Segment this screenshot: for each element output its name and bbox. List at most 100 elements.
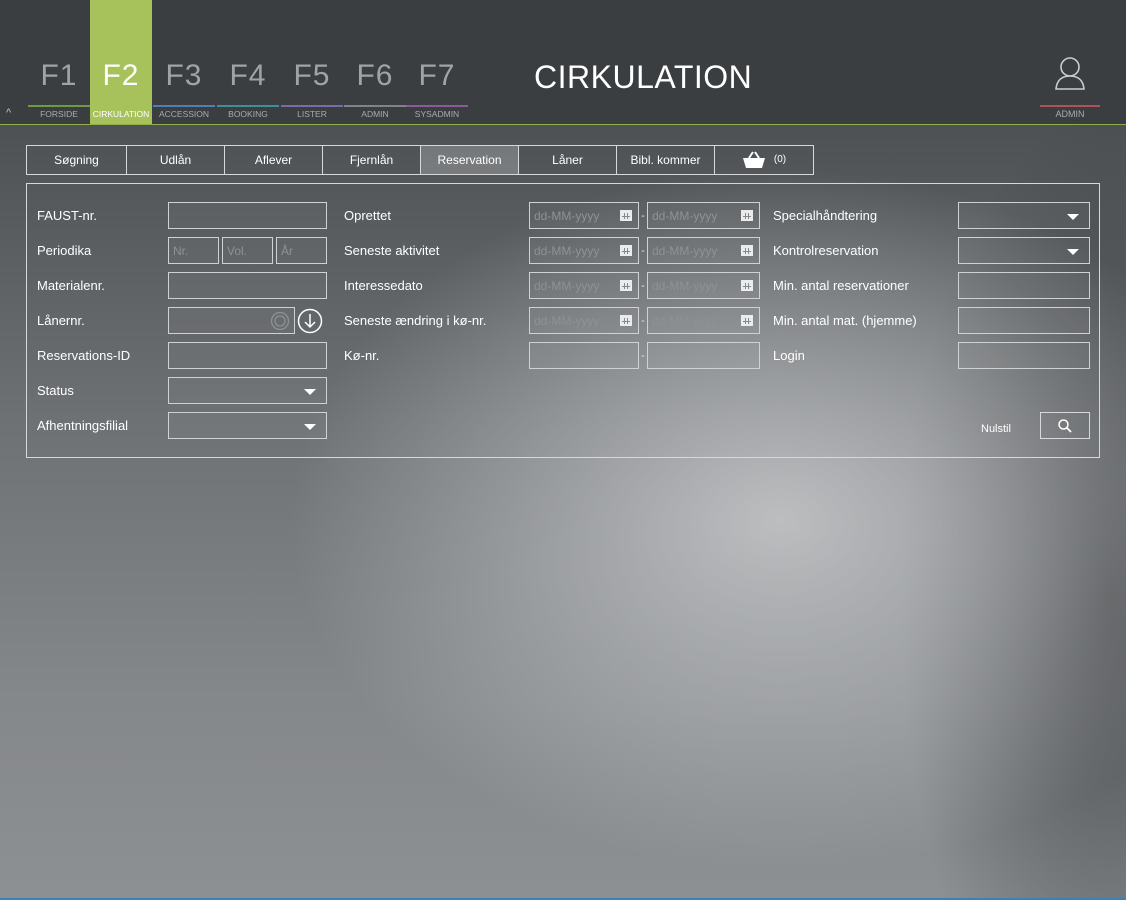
seneste-aendring-from-date[interactable]: dd-MM-yyyy <box>529 307 639 334</box>
min-antal-mat-input[interactable] <box>958 307 1090 334</box>
fkey-label: ADMIN <box>361 109 389 119</box>
reset-button[interactable]: Nulstil <box>981 422 1011 436</box>
placeholder: Nr. <box>173 244 189 258</box>
basket-icon <box>742 151 765 168</box>
tab-soegning[interactable]: Søgning <box>26 145 127 175</box>
calendar-icon[interactable] <box>741 315 753 326</box>
fkey-number: F7 <box>418 59 456 92</box>
placeholder: År <box>281 244 293 258</box>
tab-udlaan[interactable]: Udlån <box>126 145 225 175</box>
fkey-underline <box>344 105 406 107</box>
placeholder: dd-MM-yyyy <box>652 279 718 293</box>
seneste-aktivitet-to-date[interactable]: dd-MM-yyyy <box>647 237 760 264</box>
materialenr-input[interactable] <box>168 272 327 299</box>
user-label: ADMIN <box>1055 109 1085 119</box>
nav-f1-forside[interactable]: F1 FORSIDE <box>28 0 90 124</box>
kontrolreservation-label: Kontrolreservation <box>773 243 879 258</box>
koe-nr-to-input[interactable] <box>647 342 760 369</box>
materialenr-label: Materialenr. <box>37 278 105 293</box>
nav-f3-accession[interactable]: F3 ACCESSION <box>153 0 215 124</box>
nav-baseline <box>0 124 1126 125</box>
oprettet-to-date[interactable]: dd-MM-yyyy <box>647 202 760 229</box>
laanernr-input[interactable] <box>168 307 295 334</box>
tab-fjernlaan[interactable]: Fjernlån <box>322 145 421 175</box>
min-antal-reservationer-input[interactable] <box>958 272 1090 299</box>
placeholder: dd-MM-yyyy <box>652 209 718 223</box>
min-antal-reservationer-label: Min. antal reservationer <box>773 278 909 293</box>
calendar-icon[interactable] <box>620 315 632 326</box>
specialhaandtering-label: Specialhåndtering <box>773 208 878 223</box>
chevron-down-icon <box>304 389 316 395</box>
interessedato-from-date[interactable]: dd-MM-yyyy <box>529 272 639 299</box>
afhentningsfilial-select[interactable] <box>168 412 327 439</box>
specialhaandtering-select[interactable] <box>958 202 1090 229</box>
koe-nr-from-input[interactable] <box>529 342 639 369</box>
fkey-number: F4 <box>229 59 267 92</box>
login-input[interactable] <box>958 342 1090 369</box>
placeholder: dd-MM-yyyy <box>652 314 718 328</box>
nav-f7-sysadmin[interactable]: F7 SYSADMIN <box>406 0 468 124</box>
calendar-icon[interactable] <box>620 210 632 221</box>
fkey-number: F6 <box>356 59 394 92</box>
interessedato-to-date[interactable]: dd-MM-yyyy <box>647 272 760 299</box>
login-label: Login <box>773 348 805 363</box>
fkey-label: FORSIDE <box>40 109 78 119</box>
fkey-number: F3 <box>165 59 203 92</box>
status-select[interactable] <box>168 377 327 404</box>
nav-f2-cirkulation[interactable]: F2 CIRKULATION <box>90 0 152 124</box>
tab-basket[interactable]: (0) <box>714 145 814 175</box>
collapse-nav-icon[interactable]: ^ <box>6 106 11 120</box>
tab-aflever[interactable]: Aflever <box>224 145 323 175</box>
tab-reservation[interactable]: Reservation <box>420 145 519 175</box>
afhentningsfilial-label: Afhentningsfilial <box>37 418 129 433</box>
periodika-nr-input[interactable]: Nr. <box>168 237 219 264</box>
faust-input[interactable] <box>168 202 327 229</box>
periodika-vol-input[interactable]: Vol. <box>222 237 273 264</box>
placeholder: dd-MM-yyyy <box>534 314 600 328</box>
oprettet-from-date[interactable]: dd-MM-yyyy <box>529 202 639 229</box>
seneste-aendring-label: Seneste ændring i kø-nr. <box>344 313 487 328</box>
nav-f5-lister[interactable]: F5 LISTER <box>281 0 343 124</box>
periodika-aar-input[interactable]: År <box>276 237 327 264</box>
tab-laaner[interactable]: Låner <box>518 145 617 175</box>
scan-card-icon[interactable] <box>270 311 290 331</box>
placeholder: Vol. <box>227 244 248 258</box>
tab-bibl-kommer[interactable]: Bibl. kommer <box>616 145 715 175</box>
calendar-icon[interactable] <box>620 245 632 256</box>
nav-f4-booking[interactable]: F4 BOOKING <box>217 0 279 124</box>
fkey-label: LISTER <box>297 109 327 119</box>
seneste-aendring-to-date[interactable]: dd-MM-yyyy <box>647 307 760 334</box>
chevron-down-icon <box>1067 249 1079 255</box>
oprettet-label: Oprettet <box>344 208 391 223</box>
calendar-icon[interactable] <box>741 245 753 256</box>
nav-f6-admin[interactable]: F6 ADMIN <box>344 0 406 124</box>
range-separator: - <box>641 350 645 362</box>
calendar-icon[interactable] <box>620 280 632 291</box>
fkey-label: BOOKING <box>228 109 268 119</box>
range-separator: - <box>641 245 645 257</box>
placeholder: dd-MM-yyyy <box>534 244 600 258</box>
fetch-borrower-icon[interactable] <box>297 308 323 334</box>
seneste-aktivitet-from-date[interactable]: dd-MM-yyyy <box>529 237 639 264</box>
range-separator: - <box>641 315 645 327</box>
range-separator: - <box>641 280 645 292</box>
fkey-label: CIRKULATION <box>92 109 150 119</box>
top-navigation-bar: ^ F1 FORSIDE F2 CIRKULATION F3 ACCESSION… <box>0 0 1126 125</box>
fkey-underline <box>28 105 90 107</box>
placeholder: dd-MM-yyyy <box>652 244 718 258</box>
periodika-label: Periodika <box>37 243 92 258</box>
faust-label: FAUST-nr. <box>37 208 97 223</box>
seneste-aktivitet-label: Seneste aktivitet <box>344 243 440 258</box>
sub-tabs: Søgning Udlån Aflever Fjernlån Reservati… <box>26 145 814 175</box>
fkey-label: ACCESSION <box>158 109 210 119</box>
koe-nr-label: Kø-nr. <box>344 348 380 363</box>
reservations-id-input[interactable] <box>168 342 327 369</box>
reservation-search-panel: FAUST-nr. Periodika Materialenr. Lånernr… <box>26 183 1100 458</box>
user-menu[interactable]: ADMIN <box>1040 55 1100 125</box>
reservations-id-label: Reservations-ID <box>37 348 131 363</box>
calendar-icon[interactable] <box>741 210 753 221</box>
search-button[interactable] <box>1040 412 1090 439</box>
calendar-icon[interactable] <box>741 280 753 291</box>
kontrolreservation-select[interactable] <box>958 237 1090 264</box>
user-underline <box>1040 105 1100 107</box>
